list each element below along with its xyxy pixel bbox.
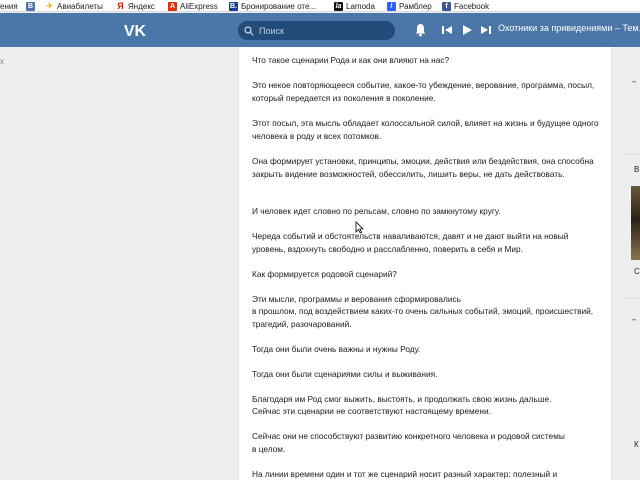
post-paragraph: в прошлом, под воздействием каких-то оче… — [252, 306, 594, 329]
yandex-icon: Я — [117, 1, 124, 11]
sidebar-letter[interactable]: К — [634, 440, 639, 449]
bookmark-label: Авиабилеты — [57, 1, 103, 11]
post-paragraph: Тогда они были сценариями силы и выживан… — [252, 369, 438, 379]
divider — [623, 154, 640, 155]
post-paragraph: Что такое сценарии Рода и как они влияют… — [252, 55, 450, 65]
bookmark-item-aviabilety[interactable]: ✈ Авиабилеты — [45, 0, 103, 11]
post-paragraph: Череда событий и обстоятельств наваливаю… — [252, 231, 569, 254]
rambler-icon: / — [387, 1, 396, 11]
post-paragraph: Сейчас они не способствуют развитию конк… — [252, 431, 565, 441]
bookmark-item-yandex[interactable]: Я Яндекс — [116, 0, 155, 11]
vk-logo-icon[interactable]: VK — [121, 21, 149, 39]
bookmark-label: Яндекс — [128, 1, 155, 11]
sidebar-letter[interactable]: В — [634, 165, 639, 174]
search-icon — [244, 25, 254, 36]
more-icon[interactable]: ••• — [632, 80, 636, 86]
bookmark-item-aliexpress[interactable]: A AliExpress — [168, 0, 218, 11]
divider — [623, 298, 640, 299]
search-box[interactable] — [238, 21, 395, 40]
bookmark-label: Facebook — [454, 1, 490, 11]
bookmark-item-booking[interactable]: B. Бронирование оте... — [229, 0, 317, 11]
mouse-cursor-icon — [355, 221, 364, 234]
bookmark-item[interactable]: ения — [0, 0, 18, 11]
left-menu-fragment[interactable]: х — [0, 57, 4, 66]
post-paragraph: Как формируется родовой сценарий? — [252, 269, 397, 279]
lamoda-icon: la — [334, 1, 343, 11]
post-paragraph: На линии времени один и тот же сценарий … — [252, 469, 558, 479]
site-header: VK Охотники за привидениями – Тем... — [0, 13, 640, 47]
post-paragraph: Тогда они были очень важны и нужны Роду. — [252, 344, 421, 354]
bookmark-label: AliExpress — [180, 1, 218, 11]
post-paragraph: И человек идет словно по рельсам, словно… — [252, 206, 501, 216]
next-track-icon[interactable] — [480, 24, 492, 36]
more-icon[interactable]: ••• — [632, 318, 636, 324]
vk-icon: B — [26, 1, 35, 11]
booking-icon: B. — [229, 1, 238, 11]
post-paragraph: Эти мысли, программы и верования сформир… — [252, 294, 461, 304]
bell-icon[interactable] — [414, 23, 427, 37]
post-paragraph: Сейчас эти сценарии не соответствуют нас… — [252, 406, 491, 416]
bookmark-label: Бронирование оте... — [241, 1, 317, 11]
post-paragraph: в целом. — [252, 444, 286, 454]
aliexpress-icon: A — [168, 1, 177, 11]
bookmark-item-rambler[interactable]: / Рамблер — [387, 0, 432, 11]
sidebar-letter[interactable]: С — [634, 267, 640, 276]
bookmarks-bar: ения B ✈ Авиабилеты Я Яндекс A AliExpres… — [0, 0, 640, 12]
facebook-icon: f — [442, 1, 451, 11]
bookmark-label: Рамблер — [399, 1, 432, 11]
post-card: Что такое сценарии Рода и как они влияют… — [238, 47, 612, 480]
bookmark-label: Lamoda — [346, 1, 375, 11]
plane-icon: ✈ — [45, 0, 54, 11]
post-paragraph: Этот посыл, эта мысль обладает колоссаль… — [252, 118, 599, 141]
post-paragraph: Это некое повторяющееся событие, какое-т… — [252, 80, 595, 103]
sidebar-thumbnail[interactable] — [631, 186, 640, 260]
bookmark-label: ения — [0, 1, 18, 11]
bookmark-item-facebook[interactable]: f Facebook — [442, 0, 490, 11]
right-sidebar-fragment: В С К — [623, 47, 640, 480]
bookmark-item-vk[interactable]: B — [26, 0, 38, 11]
svg-text:VK: VK — [124, 23, 147, 39]
now-playing-title[interactable]: Охотники за привидениями – Тем... — [498, 23, 640, 33]
search-input[interactable] — [259, 25, 389, 36]
bookmark-item-lamoda[interactable]: la Lamoda — [334, 0, 375, 11]
play-icon[interactable] — [461, 24, 473, 36]
previous-track-icon[interactable] — [441, 24, 453, 36]
post-paragraph: Благодаря им Род смог выжить, выстоять, … — [252, 394, 552, 404]
post-paragraph: Она формирует установки, принципы, эмоци… — [252, 156, 594, 179]
